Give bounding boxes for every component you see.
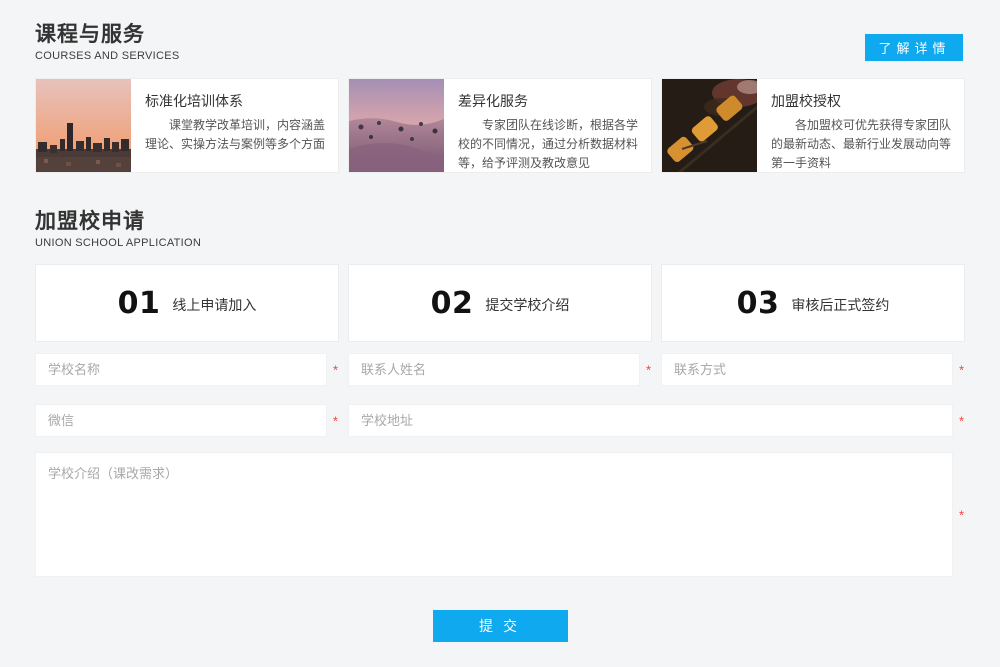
contact-phone-field: * [661,353,965,386]
card-text-block: 标准化培训体系 课堂教学改革培训，内容涵盖理论、实操方法与案例等多个方面 [131,79,338,172]
school-name-input[interactable] [35,353,327,386]
required-asterisk: * [959,414,964,427]
form-row-2: * * [35,404,965,437]
form-row-1: * * * [35,353,965,386]
contact-name-input[interactable] [348,353,640,386]
school-intro-textarea[interactable] [35,452,953,577]
required-asterisk: * [333,363,338,376]
course-cards: 标准化培训体系 课堂教学改革培训，内容涵盖理论、实操方法与案例等多个方面 [35,78,965,173]
required-asterisk: * [959,363,964,376]
card-description: 课堂教学改革培训，内容涵盖理论、实操方法与案例等多个方面 [145,116,325,154]
application-steps: 01 线上申请加入 02 提交学校介绍 03 审核后正式签约 [35,264,965,342]
submit-button[interactable]: 提交 [433,610,568,642]
card-title: 标准化培训体系 [145,91,325,111]
courses-section: 课程与服务 COURSES AND SERVICES 了解详情 [35,22,965,173]
card-title: 差异化服务 [458,91,638,111]
card-description: 各加盟校可优先获得专家团队的最新动态、最新行业发展动向等第一手资料 [771,116,951,173]
card-text-block: 加盟校授权 各加盟校可优先获得专家团队的最新动态、最新行业发展动向等第一手资料 [757,79,964,172]
school-intro-field: * [35,452,965,577]
step-label: 提交学校介绍 [485,291,569,315]
required-asterisk: * [959,508,964,521]
school-address-field: * [348,404,965,437]
step-number: 02 [431,286,474,321]
application-section-title: 加盟校申请 [35,209,965,235]
course-card-standard-training[interactable]: 标准化培训体系 课堂教学改革培训，内容涵盖理论、实操方法与案例等多个方面 [35,78,339,173]
step-submit-intro: 02 提交学校介绍 [348,264,652,342]
course-card-differentiated-service[interactable]: 差异化服务 专家团队在线诊断，根据各学校的不同情况，通过分析数据材料等，给予评测… [348,78,652,173]
step-apply-online: 01 线上申请加入 [35,264,339,342]
card-title: 加盟校授权 [771,91,951,111]
required-asterisk: * [646,363,651,376]
form-row-3: * [35,452,965,577]
step-number: 03 [737,286,780,321]
school-name-field: * [35,353,339,386]
card-description: 专家团队在线诊断，根据各学校的不同情况，通过分析数据材料等，给予评测及教改意见 [458,116,638,173]
contact-name-field: * [348,353,652,386]
film-strip-image [662,79,757,172]
wechat-input[interactable] [35,404,327,437]
application-form: * * * * * [35,353,965,642]
application-section: 加盟校申请 UNION SCHOOL APPLICATION 01 线上申请加入… [35,209,965,642]
application-section-subtitle: UNION SCHOOL APPLICATION [35,237,965,250]
step-sign-contract: 03 审核后正式签约 [661,264,965,342]
courses-section-subtitle: COURSES AND SERVICES [35,50,965,63]
step-number: 01 [118,286,161,321]
school-address-input[interactable] [348,404,953,437]
step-label: 审核后正式签约 [791,291,889,315]
submit-row: 提交 [35,610,965,642]
page-container: 课程与服务 COURSES AND SERVICES 了解详情 [0,0,1000,642]
courses-section-title: 课程与服务 [35,22,965,48]
step-label: 线上申请加入 [172,291,256,315]
course-card-franchise-authorization[interactable]: 加盟校授权 各加盟校可优先获得专家团队的最新动态、最新行业发展动向等第一手资料 [661,78,965,173]
learn-more-button[interactable]: 了解详情 [865,34,963,61]
contact-phone-input[interactable] [661,353,953,386]
desert-dunes-dusk-image [349,79,444,172]
city-skyline-sunset-image [36,79,131,172]
card-text-block: 差异化服务 专家团队在线诊断，根据各学校的不同情况，通过分析数据材料等，给予评测… [444,79,651,172]
wechat-field: * [35,404,339,437]
required-asterisk: * [333,414,338,427]
